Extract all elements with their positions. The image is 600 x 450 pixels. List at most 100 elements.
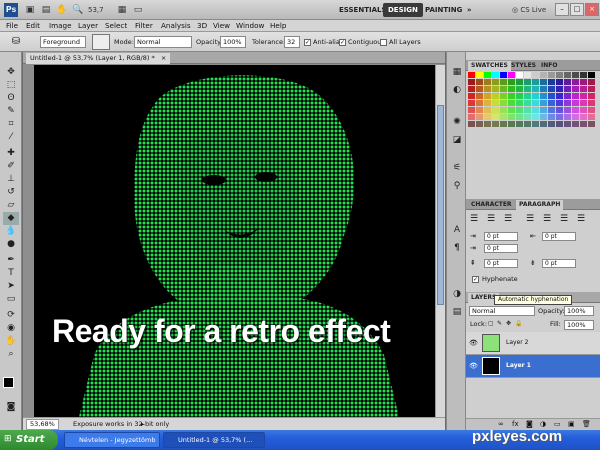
workspace-painting[interactable]: PAINTING — [420, 3, 467, 17]
swatch-cell[interactable] — [524, 72, 531, 78]
taskbar-notepad[interactable]: Névtelen - Jegyzettömb — [64, 432, 160, 448]
screen-mode-icon[interactable]: ▭ — [132, 4, 144, 16]
swatch-cell[interactable] — [492, 107, 499, 113]
fill-source-select[interactable]: Foreground — [40, 36, 86, 48]
timeline-panel-icon[interactable]: ▤ — [449, 306, 465, 319]
tab-swatches[interactable]: SWATCHES — [468, 61, 511, 71]
justify-last-right-icon[interactable]: ☰ — [560, 214, 568, 224]
swatch-cell[interactable] — [540, 93, 547, 99]
swatch-cell[interactable] — [476, 86, 483, 92]
tab-paragraph[interactable]: PARAGRAPH — [516, 200, 564, 210]
swatch-cell[interactable] — [548, 79, 555, 85]
tab-info[interactable]: INFO — [538, 61, 560, 71]
arrange-icon[interactable]: ▦ — [116, 4, 128, 16]
justify-last-left-icon[interactable]: ☰ — [526, 214, 534, 224]
marquee-tool-icon[interactable]: ⬚ — [3, 79, 19, 92]
swatch-cell[interactable] — [572, 93, 579, 99]
brush-presets-icon[interactable]: ⚟ — [449, 162, 465, 175]
blend-mode-select[interactable]: Normal — [469, 306, 535, 316]
swatch-cell[interactable] — [580, 100, 587, 106]
layer-mask-icon[interactable]: ◙ — [526, 420, 533, 428]
swatch-cell[interactable] — [508, 107, 515, 113]
anti-alias-checkbox[interactable]: ✓ — [304, 39, 311, 46]
swatch-cell[interactable] — [588, 107, 595, 113]
swatch-cell[interactable] — [572, 100, 579, 106]
swatch-cell[interactable] — [548, 121, 555, 127]
swatch-cell[interactable] — [476, 121, 483, 127]
swatch-cell[interactable] — [556, 107, 563, 113]
lasso-tool-icon[interactable]: ʘ — [3, 92, 19, 105]
swatch-cell[interactable] — [564, 121, 571, 127]
swatch-cell[interactable] — [588, 93, 595, 99]
swatch-cell[interactable] — [532, 107, 539, 113]
align-center-icon[interactable]: ☰ — [487, 214, 495, 224]
swatch-cell[interactable] — [588, 72, 595, 78]
menu-filter[interactable]: Filter — [131, 20, 157, 32]
tab-character[interactable]: CHARACTER — [468, 200, 515, 210]
swatch-cell[interactable] — [572, 121, 579, 127]
mode-select[interactable]: Normal — [134, 36, 192, 48]
minibridge-icon[interactable]: ▤ — [40, 4, 52, 16]
swatch-cell[interactable] — [508, 79, 515, 85]
zoom-icon[interactable]: 🔍 — [72, 4, 84, 16]
lock-position-icon[interactable]: ✥ — [506, 320, 511, 327]
link-layers-icon[interactable]: ∞ — [498, 420, 504, 428]
3d-rotate-tool-icon[interactable]: ⟳ — [3, 309, 19, 322]
menu-select[interactable]: Select — [101, 20, 131, 32]
hand-icon[interactable]: ✋ — [56, 4, 68, 16]
swatch-cell[interactable] — [548, 93, 555, 99]
swatch-cell[interactable] — [556, 93, 563, 99]
swatch-cell[interactable] — [484, 114, 491, 120]
shape-tool-icon[interactable]: ▭ — [3, 293, 19, 306]
swatch-cell[interactable] — [500, 114, 507, 120]
swatch-grid[interactable] — [468, 72, 598, 130]
menu-analysis[interactable]: Analysis — [157, 20, 195, 32]
swatch-cell[interactable] — [500, 93, 507, 99]
document-tab-close-icon[interactable]: × — [161, 54, 166, 62]
swatch-cell[interactable] — [556, 72, 563, 78]
all-layers-checkbox[interactable] — [380, 39, 387, 46]
swatch-cell[interactable] — [564, 100, 571, 106]
swatch-cell[interactable] — [580, 72, 587, 78]
swatch-cell[interactable] — [508, 100, 515, 106]
crop-tool-icon[interactable]: ⌗ — [3, 118, 19, 131]
masks-panel-icon[interactable]: ◪ — [449, 134, 465, 147]
first-line-indent-input[interactable]: 0 pt — [484, 244, 518, 253]
visibility-eye-icon[interactable]: 👁 — [469, 362, 478, 370]
swatch-cell[interactable] — [556, 100, 563, 106]
stamp-tool-icon[interactable]: ⊥ — [3, 173, 19, 186]
adjustments-panel-icon[interactable]: ✺ — [449, 116, 465, 129]
align-right-icon[interactable]: ☰ — [504, 214, 512, 224]
taskbar-photoshop[interactable]: Untitled-1 @ 53,7% (... — [163, 432, 265, 448]
swatch-cell[interactable] — [556, 114, 563, 120]
foreground-color-swatch[interactable] — [3, 377, 14, 388]
menu-layer[interactable]: Layer — [74, 20, 102, 32]
swatch-cell[interactable] — [532, 93, 539, 99]
new-layer-icon[interactable]: ▣ — [568, 420, 575, 428]
swatch-cell[interactable] — [468, 100, 475, 106]
space-after-input[interactable]: 0 pt — [542, 259, 576, 268]
character-panel-icon[interactable]: A — [449, 224, 465, 237]
color-panel-icon[interactable]: ◐ — [449, 84, 465, 97]
swatch-cell[interactable] — [540, 100, 547, 106]
swatch-cell[interactable] — [524, 121, 531, 127]
pen-tool-icon[interactable]: ✒ — [3, 254, 19, 267]
swatch-cell[interactable] — [492, 86, 499, 92]
swatch-cell[interactable] — [588, 121, 595, 127]
document-tab[interactable]: Untitled-1 @ 53,7% (Layer 1, RGB/8) * × — [26, 53, 171, 64]
menu-edit[interactable]: Edit — [22, 20, 44, 32]
swatch-cell[interactable] — [548, 72, 555, 78]
swatch-cell[interactable] — [556, 86, 563, 92]
indent-right-input[interactable]: 0 pt — [542, 232, 576, 241]
paint-bucket-icon[interactable]: ⛁ — [8, 35, 24, 49]
paragraph-panel-icon[interactable]: ¶ — [449, 242, 465, 255]
swatch-cell[interactable] — [516, 72, 523, 78]
swatch-cell[interactable] — [572, 72, 579, 78]
hyphenate-checkbox[interactable]: ✓ — [472, 276, 479, 283]
cs-live-button[interactable]: ◎ CS Live — [512, 4, 546, 16]
workspace-design[interactable]: DESIGN — [383, 3, 423, 17]
scrollbar-thumb[interactable] — [437, 105, 444, 305]
swatch-cell[interactable] — [508, 121, 515, 127]
swatch-cell[interactable] — [540, 107, 547, 113]
swatch-cell[interactable] — [516, 100, 523, 106]
